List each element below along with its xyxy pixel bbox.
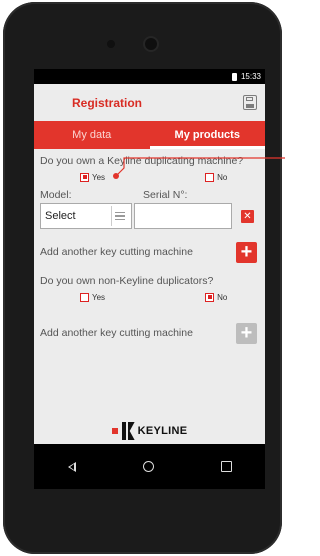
keyline-no-checkbox[interactable]: [205, 172, 215, 182]
front-camera: [145, 38, 157, 50]
non-keyline-no-option[interactable]: No: [205, 292, 228, 302]
add-other-machine-button[interactable]: +: [236, 322, 257, 344]
add-other-machine-label: Add another key cutting machine: [40, 327, 193, 339]
model-select-value: Select: [45, 210, 76, 222]
speaker: [107, 40, 115, 48]
keyline-logo: KEYLINE: [34, 420, 265, 442]
app-bar: Registration: [34, 84, 265, 121]
model-label: Model:: [40, 189, 72, 201]
keyline-no-label: No: [217, 172, 228, 182]
non-keyline-radio-group: Yes No: [40, 290, 259, 304]
serial-number-input[interactable]: [134, 203, 232, 229]
add-keyline-machine-label: Add another key cutting machine: [40, 246, 193, 258]
logo-dot: [111, 428, 118, 434]
add-keyline-machine-button[interactable]: +: [236, 241, 257, 263]
status-time: 15:33: [240, 72, 261, 81]
tab-my-data[interactable]: My data: [34, 121, 150, 149]
android-nav-bar: [34, 444, 265, 489]
status-bar: 15:33: [34, 69, 265, 84]
tab-my-products[interactable]: My products: [149, 121, 266, 149]
machine-field-labels: Model: Serial N°:: [40, 189, 259, 201]
add-other-machine-row: Add another key cutting machine +: [40, 322, 259, 344]
page-title: Registration: [72, 95, 143, 110]
question-keyline-machine: Do you own a Keyline duplicating machine…: [40, 155, 244, 167]
non-keyline-yes-checkbox[interactable]: [80, 292, 89, 302]
non-keyline-yes-label: Yes: [92, 292, 106, 302]
home-icon[interactable]: [142, 461, 154, 472]
phone-frame: 15:33 Registration My data My products D…: [3, 2, 282, 554]
non-keyline-no-label: No: [217, 292, 228, 302]
serial-label: Serial N°:: [143, 189, 188, 201]
tab-bar: My data My products: [34, 121, 265, 149]
menu-icon[interactable]: [111, 206, 128, 226]
question-non-keyline: Do you own non-Keyline duplicators?: [40, 275, 214, 287]
keyline-no-option[interactable]: No: [205, 172, 228, 182]
logo-k-icon: [121, 422, 135, 440]
keyline-radio-group: Yes No: [40, 170, 259, 184]
logo-text: KEYLINE: [137, 425, 188, 437]
screen: 15:33 Registration My data My products D…: [34, 69, 265, 489]
non-keyline-yes-option[interactable]: Yes: [80, 292, 106, 302]
delete-machine-button[interactable]: ✕: [241, 209, 254, 223]
keyline-yes-option[interactable]: Yes: [80, 172, 106, 182]
non-keyline-no-checkbox[interactable]: [205, 292, 215, 302]
recent-apps-icon[interactable]: [220, 461, 232, 472]
save-icon[interactable]: [243, 95, 257, 110]
products-form: Do you own a Keyline duplicating machine…: [34, 149, 265, 344]
add-keyline-machine-row: Add another key cutting machine +: [40, 241, 259, 263]
back-icon[interactable]: [67, 461, 76, 472]
model-select[interactable]: Select: [40, 203, 132, 229]
machine-fields-row: Select ✕: [40, 203, 259, 229]
keyline-yes-label: Yes: [92, 172, 106, 182]
keyline-yes-checkbox[interactable]: [80, 172, 89, 182]
battery-icon: [231, 72, 237, 81]
